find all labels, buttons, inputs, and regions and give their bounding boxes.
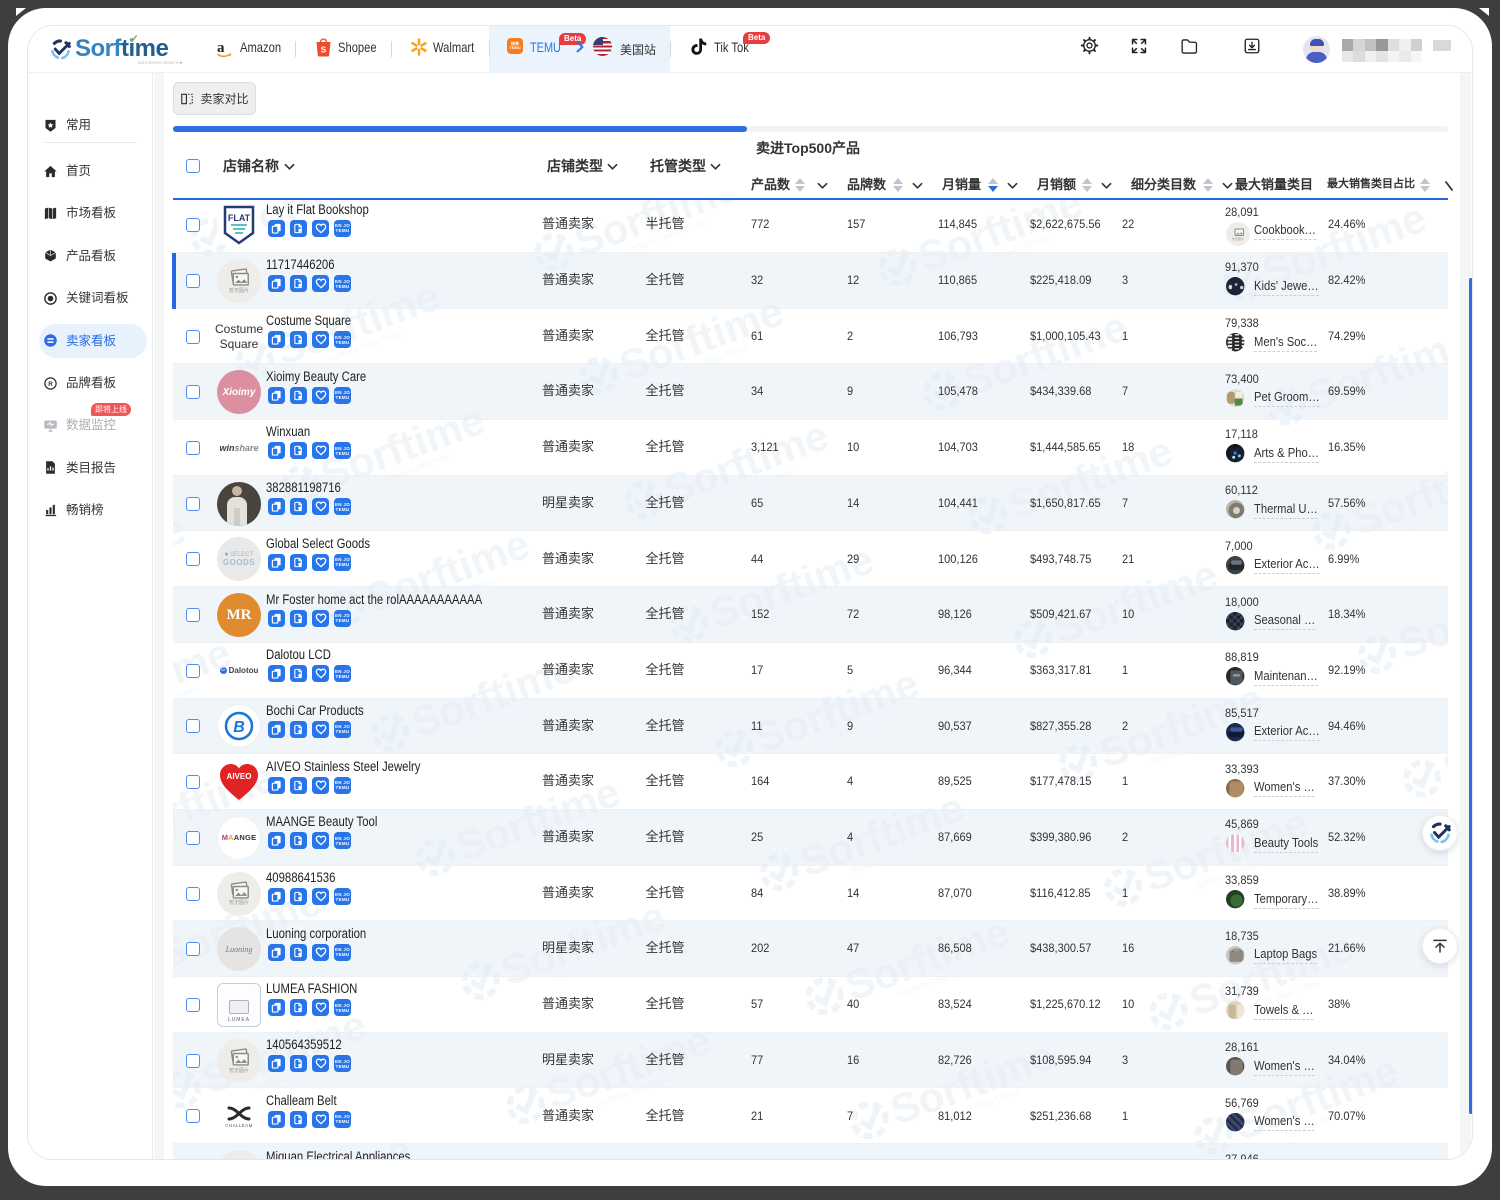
svg-text:FLAT: FLAT — [228, 213, 251, 223]
svg-text:S: S — [321, 45, 327, 55]
svg-text:R: R — [48, 381, 53, 388]
svg-text:AIVEO: AIVEO — [227, 772, 252, 781]
svg-text:a: a — [217, 40, 225, 56]
svg-text:B: B — [233, 719, 245, 736]
